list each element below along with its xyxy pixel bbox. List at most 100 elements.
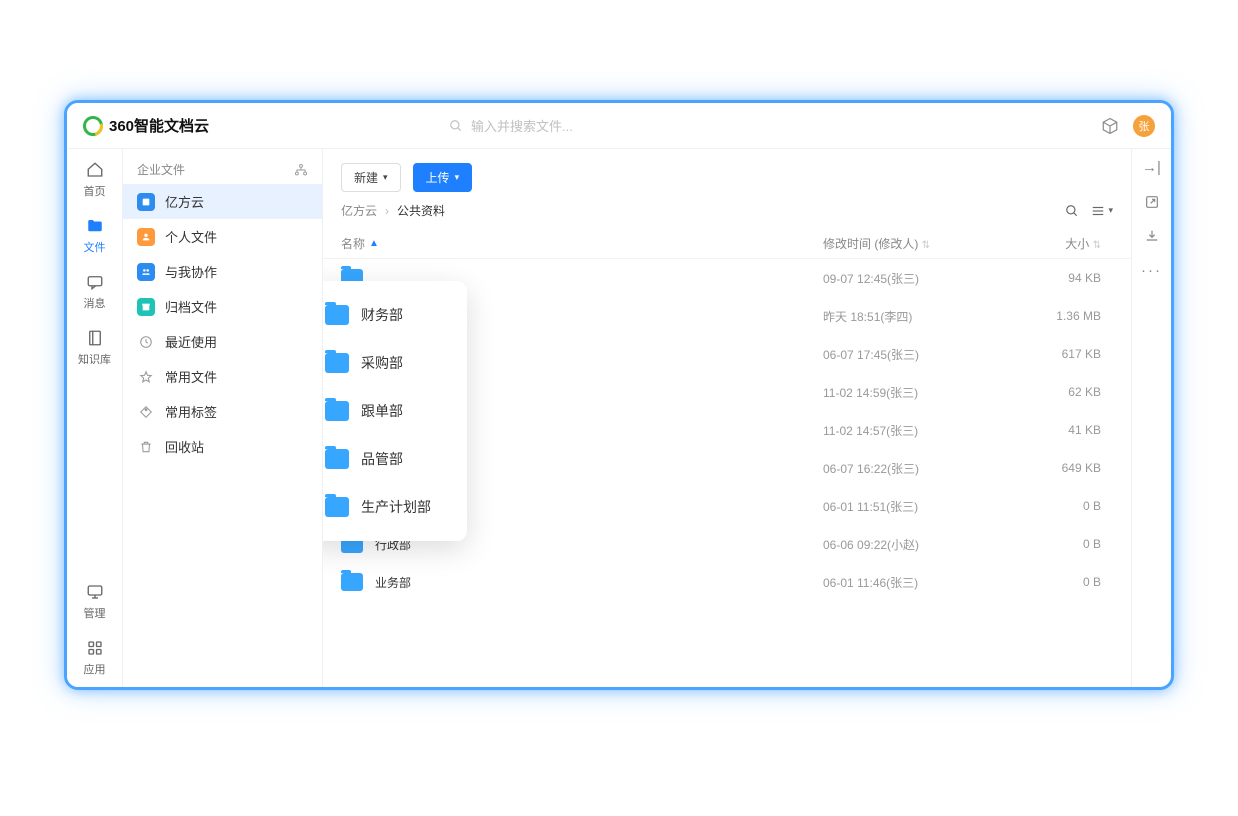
- logo-icon: [83, 116, 103, 136]
- tree-item[interactable]: 回收站: [123, 429, 322, 464]
- nav-messages[interactable]: 消息: [67, 265, 122, 321]
- file-size: 1.36 MB: [1023, 309, 1113, 323]
- upload-button[interactable]: 上传▾: [413, 163, 473, 192]
- nav-label: 应用: [84, 661, 106, 677]
- collab-icon: [137, 263, 155, 281]
- download-icon[interactable]: [1144, 228, 1160, 244]
- nav-manage[interactable]: 管理: [67, 575, 122, 631]
- toolbar: 新建▾ 上传▾: [323, 153, 1131, 198]
- table-header: 名称▲ 修改时间 (修改人) ⇅ 大小 ⇅: [323, 229, 1131, 259]
- home-icon: [86, 161, 104, 179]
- nav-label: 管理: [84, 605, 106, 621]
- cube-icon[interactable]: [1101, 117, 1119, 135]
- tree-item[interactable]: 常用标签: [123, 394, 322, 429]
- file-time: 昨天 18:51(李四): [823, 308, 1023, 325]
- nav-label: 文件: [84, 239, 106, 255]
- book-icon: [86, 329, 104, 347]
- folder-icon: [325, 401, 349, 421]
- share-icon[interactable]: [1144, 194, 1160, 210]
- right-rail: →| ···: [1131, 103, 1171, 687]
- org-icon: [137, 193, 155, 211]
- search-placeholder: 输入并搜索文件...: [471, 116, 573, 135]
- popup-folder-item[interactable]: 采购部: [323, 339, 467, 387]
- trash-icon: [137, 438, 155, 456]
- column-name[interactable]: 名称▲: [341, 235, 823, 252]
- file-time: 06-07 16:22(张三): [823, 460, 1023, 477]
- nav-files[interactable]: 文件: [67, 209, 122, 265]
- tree-item[interactable]: 亿方云: [123, 184, 322, 219]
- list-view-icon[interactable]: ▾: [1091, 204, 1113, 218]
- caret-down-icon: ▾: [455, 172, 460, 183]
- popup-folder-label: 财务部: [361, 305, 403, 325]
- file-name: 业务部: [375, 574, 823, 591]
- tree-item[interactable]: 最近使用: [123, 324, 322, 359]
- breadcrumb: 亿方云 › 公共资料 ▾: [323, 198, 1131, 229]
- breadcrumb-root[interactable]: 亿方云: [341, 202, 377, 219]
- clock-icon: [137, 333, 155, 351]
- collapse-icon[interactable]: →|: [1142, 159, 1161, 176]
- file-size: 617 KB: [1023, 347, 1113, 361]
- file-size: 0 B: [1023, 575, 1113, 589]
- nav-label: 知识库: [78, 351, 111, 367]
- folder-icon: [325, 449, 349, 469]
- file-time: 06-07 17:45(张三): [823, 346, 1023, 363]
- column-time[interactable]: 修改时间 (修改人) ⇅: [823, 235, 1023, 252]
- grid-icon: [86, 639, 104, 657]
- tree-item[interactable]: 常用文件: [123, 359, 322, 394]
- nav-home[interactable]: 首页: [67, 153, 122, 209]
- nav-sidebar: 首页 文件 消息 知识库 管理 应用: [67, 103, 123, 687]
- tree-header: 企业文件: [123, 153, 322, 184]
- tree-header-label: 企业文件: [137, 161, 185, 178]
- star-icon: [137, 368, 155, 386]
- table-body: 财务部 采购部 跟单部 品管部 生产计划部 09-07 12:45(张三) 94…: [323, 259, 1131, 687]
- tree-item-label: 常用文件: [165, 367, 217, 386]
- file-size: 0 B: [1023, 537, 1113, 551]
- folder-icon: [325, 497, 349, 517]
- search-icon[interactable]: [1065, 204, 1079, 218]
- new-button[interactable]: 新建▾: [341, 163, 401, 192]
- file-size: 649 KB: [1023, 461, 1113, 475]
- column-size[interactable]: 大小 ⇅: [1023, 235, 1113, 252]
- header-right: 张: [1101, 115, 1155, 137]
- org-chart-icon[interactable]: [294, 163, 308, 177]
- table-row[interactable]: 业务部 06-01 11:46(张三) 0 B: [323, 563, 1131, 601]
- popup-folder-item[interactable]: 品管部: [323, 435, 467, 483]
- folder-icon: [341, 573, 363, 591]
- tree-item-label: 回收站: [165, 437, 204, 456]
- tree-item-label: 归档文件: [165, 297, 217, 316]
- search-icon: [449, 119, 463, 133]
- tree-item-label: 与我协作: [165, 262, 217, 281]
- archive-icon: [137, 298, 155, 316]
- sort-icon: ⇅: [922, 240, 930, 251]
- tree-item[interactable]: 归档文件: [123, 289, 322, 324]
- folder-icon: [325, 305, 349, 325]
- file-size: 62 KB: [1023, 385, 1113, 399]
- nav-knowledge[interactable]: 知识库: [67, 321, 122, 377]
- tree-item[interactable]: 与我协作: [123, 254, 322, 289]
- popup-folder-item[interactable]: 生产计划部: [323, 483, 467, 531]
- tree-item-label: 常用标签: [165, 402, 217, 421]
- nav-label: 消息: [84, 295, 106, 311]
- more-icon[interactable]: ···: [1141, 262, 1162, 279]
- tree-item-label: 个人文件: [165, 227, 217, 246]
- tree-item[interactable]: 个人文件: [123, 219, 322, 254]
- header: 360智能文档云 输入并搜索文件... 张: [67, 103, 1171, 149]
- popup-folder-label: 采购部: [361, 353, 403, 373]
- sort-asc-icon: ▲: [369, 238, 379, 249]
- app-window: 360智能文档云 输入并搜索文件... 张 首页 文件 消息 知识库 管理 应: [64, 100, 1174, 690]
- main-content: 新建▾ 上传▾ 亿方云 › 公共资料 ▾ 名称▲ 修改时间 (修改人) ⇅ 大小…: [323, 103, 1131, 687]
- file-size: 94 KB: [1023, 271, 1113, 285]
- popup-folder-item[interactable]: 财务部: [323, 291, 467, 339]
- nav-apps[interactable]: 应用: [67, 631, 122, 687]
- search-input[interactable]: 输入并搜索文件...: [449, 116, 573, 135]
- file-time: 06-06 09:22(小赵): [823, 536, 1023, 553]
- nav-label: 首页: [84, 183, 106, 199]
- popup-folder-item[interactable]: 跟单部: [323, 387, 467, 435]
- avatar[interactable]: 张: [1133, 115, 1155, 137]
- folder-tree: 企业文件 亿方云 个人文件 与我协作 归档文件 最近使用 常用文件 常用标签 回…: [123, 103, 323, 687]
- chevron-right-icon: ›: [385, 204, 389, 218]
- monitor-icon: [86, 583, 104, 601]
- tree-item-label: 亿方云: [165, 192, 204, 211]
- caret-down-icon: ▾: [383, 172, 388, 183]
- file-time: 09-07 12:45(张三): [823, 270, 1023, 287]
